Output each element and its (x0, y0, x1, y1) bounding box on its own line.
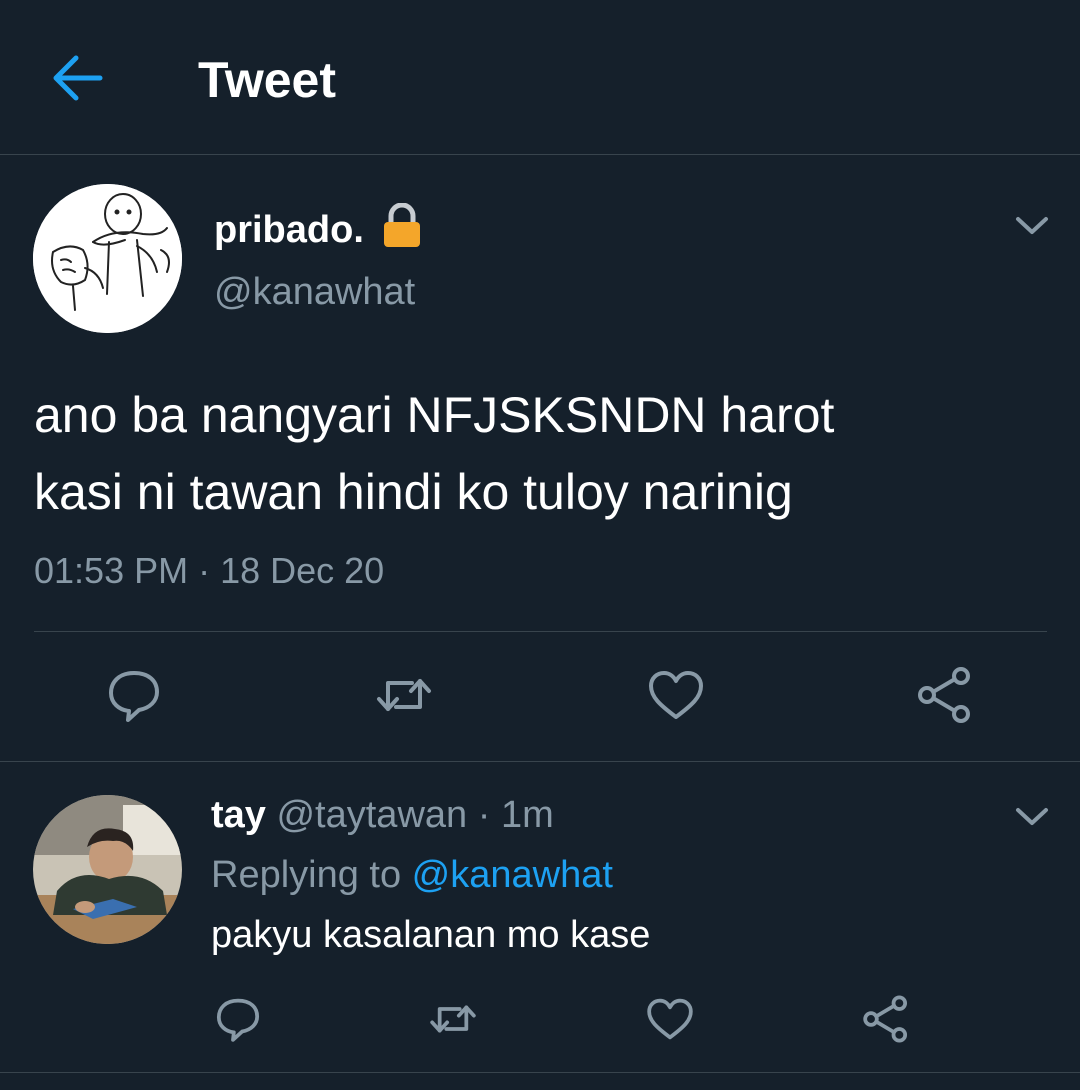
avatar[interactable] (33, 795, 182, 944)
main-tweet: pribado. @kanawhat ano ba nangyari NFJSK… (0, 155, 1080, 762)
reply-button[interactable] (213, 994, 263, 1044)
tweet-text-line-1: ano ba nangyari NFJSKSNDN harot (34, 387, 835, 443)
retweet-icon (430, 1005, 476, 1033)
display-name[interactable]: pribado. (214, 207, 364, 253)
page-title: Tweet (198, 52, 336, 108)
retweet-button[interactable] (428, 994, 478, 1044)
lock-icon (381, 202, 423, 249)
share-button[interactable] (915, 665, 975, 725)
retweet-icon (377, 679, 431, 711)
divider (34, 631, 1047, 632)
heart-icon (647, 998, 693, 1040)
retweet-button[interactable] (374, 665, 434, 725)
avatar-image (33, 795, 182, 944)
share-button[interactable] (861, 994, 911, 1044)
more-options-button[interactable] (1012, 802, 1052, 830)
replying-to: Replying to @kanawhat (211, 852, 613, 898)
like-button[interactable] (645, 994, 695, 1044)
tweet-text-line-2: kasi ni tawan hindi ko tuloy narinig (34, 464, 793, 520)
reply-text: pakyu kasalanan mo kase (211, 914, 651, 956)
share-icon (918, 667, 970, 723)
reply-icon (109, 671, 159, 722)
user-handle[interactable]: @taytawan (276, 794, 467, 836)
user-handle[interactable]: @kanawhat (214, 269, 415, 315)
mention-link[interactable]: @kanawhat (412, 854, 613, 896)
like-button[interactable] (646, 665, 706, 725)
arrow-left-icon (53, 55, 103, 101)
back-button[interactable] (50, 52, 106, 104)
heart-icon (649, 671, 703, 719)
display-name[interactable]: tay (211, 794, 266, 836)
chevron-down-icon (1016, 808, 1048, 825)
more-options-button[interactable] (1012, 211, 1052, 239)
reply-tweet: tay @taytawan · 1m Replying to @kanawhat… (0, 762, 1080, 1073)
reply-icon (216, 998, 260, 1042)
reply-button[interactable] (104, 665, 164, 725)
reply-time: 1m (500, 794, 554, 836)
reply-header: tay @taytawan · 1m (211, 792, 554, 838)
avatar-image (33, 184, 182, 333)
avatar[interactable] (33, 184, 182, 333)
tweet-text: ano ba nangyari NFJSKSNDN harot kasi ni … (34, 377, 1044, 531)
tweet-timestamp[interactable]: 01:53 PM · 18 Dec 20 (34, 549, 384, 593)
share-icon (863, 995, 908, 1043)
replying-to-label: Replying to (211, 854, 412, 896)
meta-separator: · (467, 794, 501, 836)
chevron-down-icon (1016, 217, 1048, 234)
header-bar: Tweet (0, 0, 1080, 155)
